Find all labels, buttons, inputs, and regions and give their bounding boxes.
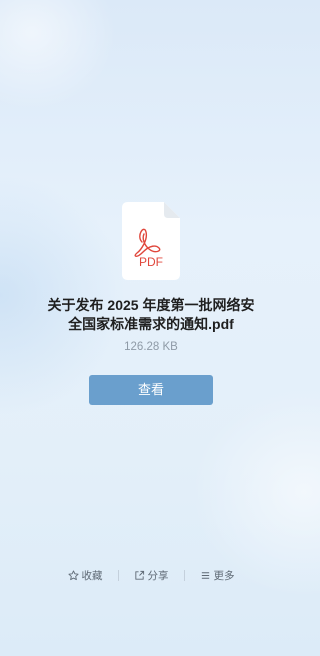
pdf-label: PDF [139, 255, 163, 269]
favorite-button[interactable]: 收藏 [67, 568, 103, 583]
file-size: 126.28 KB [124, 341, 178, 353]
share-icon [134, 570, 144, 580]
favorite-label: 收藏 [81, 569, 103, 582]
share-label: 分享 [147, 569, 169, 582]
divider [117, 569, 119, 581]
more-button[interactable]: 更多 [200, 568, 235, 583]
file-name-line-2: 全国家标准需求的通知.pdf [68, 316, 234, 332]
divider [183, 569, 185, 581]
file-name: 关于发布 2025 年度第一批网络安 全国家标准需求的通知.pdf [20, 296, 282, 334]
view-button[interactable]: 查看 [89, 375, 213, 405]
star-icon [67, 569, 79, 580]
menu-icon [201, 571, 209, 579]
share-button[interactable]: 分享 [134, 568, 169, 583]
file-name-line-1: 关于发布 2025 年度第一批网络安 [47, 297, 255, 313]
more-label: 更多 [213, 569, 235, 582]
pdf-file-icon: PDF [122, 202, 180, 280]
bottom-action-bar: 收藏 分享 更多 [0, 566, 302, 584]
